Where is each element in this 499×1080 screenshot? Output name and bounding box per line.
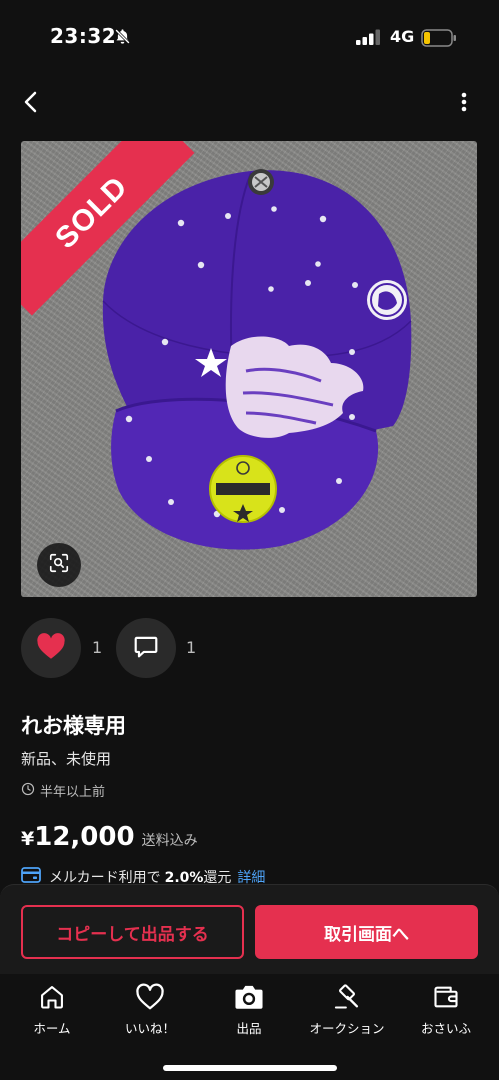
tab-likes[interactable]: いいね！ (100, 982, 200, 1038)
tab-sell[interactable]: 出品 (199, 982, 299, 1038)
camera-icon (233, 982, 265, 1012)
more-options-button[interactable] (448, 86, 480, 122)
price-currency: ¥ (21, 828, 35, 850)
action-bar: コピーして出品する 取引画面へ (0, 884, 499, 974)
heart-icon (36, 632, 66, 664)
status-time: 23:32 (50, 24, 117, 48)
battery-icon (421, 29, 457, 51)
image-search-button[interactable] (37, 543, 81, 587)
like-count: 1 (92, 638, 103, 657)
top-nav (0, 80, 499, 126)
copy-listing-button[interactable]: コピーして出品する (21, 905, 244, 959)
product-photo[interactable]: SOLD (21, 141, 477, 597)
network-type: 4G (390, 27, 415, 46)
more-vertical-icon (461, 92, 467, 116)
image-search-icon (48, 552, 70, 578)
signal-icon (356, 29, 382, 49)
tab-sell-label: 出品 (236, 1021, 262, 1036)
bottom-tab-bar: ホーム いいね！ 出品 オークション おさいふ (0, 974, 499, 1080)
tab-home-label: ホーム (33, 1021, 71, 1036)
item-title: れお様専用 (21, 714, 126, 738)
price-row: ¥ 12,000 送料込み (21, 822, 198, 852)
price-value: 12,000 (34, 822, 135, 852)
trade-screen-button[interactable]: 取引画面へ (255, 905, 478, 959)
bell-off-icon (114, 28, 131, 49)
back-button[interactable] (12, 86, 48, 122)
tab-auction[interactable]: オークション (297, 982, 397, 1038)
status-bar: 23:32 4G (0, 0, 499, 70)
home-icon (38, 982, 66, 1012)
reaction-row: 1 1 (0, 618, 499, 680)
tab-wallet[interactable]: おさいふ (396, 982, 496, 1038)
home-indicator (163, 1065, 337, 1071)
chevron-left-icon (23, 91, 37, 117)
heart-outline-icon (135, 982, 165, 1012)
shipping-note: 送料込み (141, 833, 198, 849)
tab-likes-label: いいね！ (124, 1021, 175, 1036)
gavel-icon (333, 982, 361, 1012)
posted-time-row: 半年以上前 (21, 781, 105, 800)
posted-time: 半年以上前 (40, 785, 106, 800)
like-button[interactable] (21, 618, 81, 678)
comment-icon (133, 633, 159, 663)
comment-count: 1 (186, 638, 197, 657)
clock-icon (21, 781, 35, 800)
wallet-icon (432, 982, 460, 1012)
tab-wallet-label: おさいふ (420, 1021, 471, 1036)
item-condition: 新品、未使用 (21, 750, 112, 768)
comment-button[interactable] (116, 618, 176, 678)
tab-auction-label: オークション (309, 1021, 385, 1036)
tab-home[interactable]: ホーム (2, 982, 102, 1038)
